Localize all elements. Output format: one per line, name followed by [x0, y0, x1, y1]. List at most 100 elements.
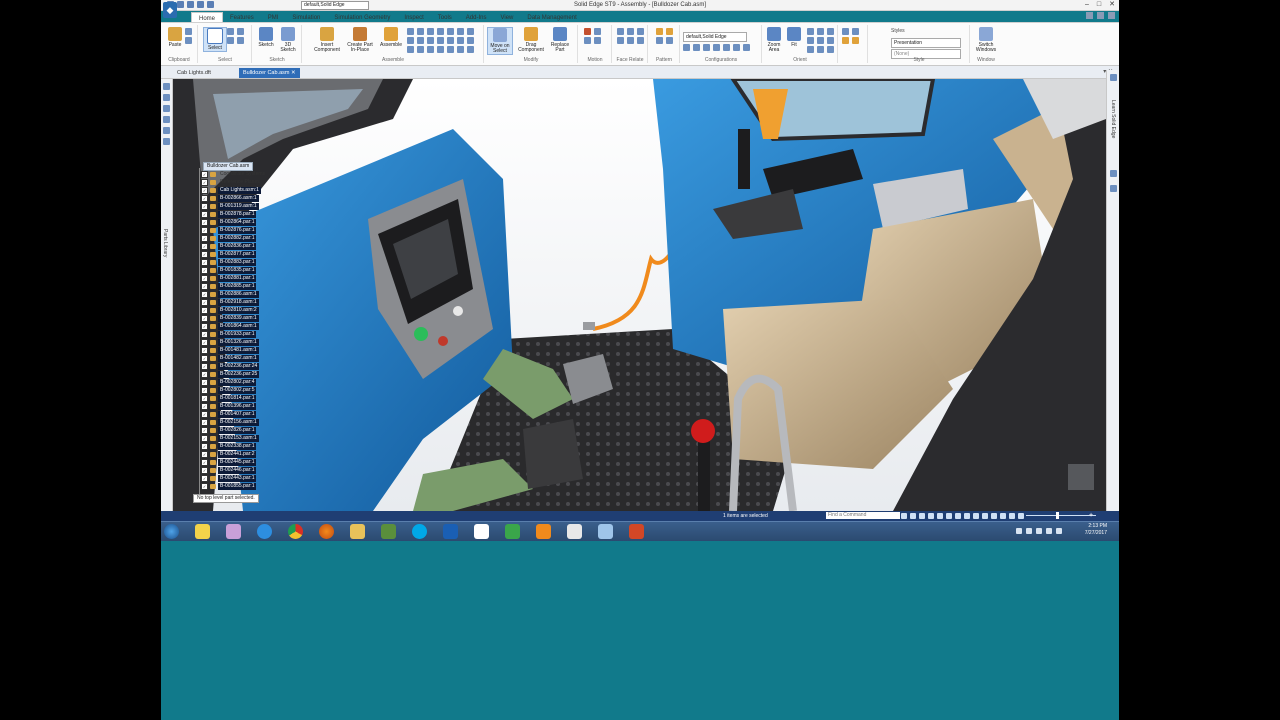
lock-icon[interactable]: [467, 46, 474, 53]
pathfinder-item[interactable]: ✓ B-002446.par:1: [201, 466, 267, 474]
rotate-icon[interactable]: [827, 28, 834, 35]
visibility-checkbox[interactable]: ✓: [201, 298, 208, 306]
face-relate-icon-5[interactable]: [627, 37, 634, 44]
flip-icon[interactable]: [427, 46, 434, 53]
visibility-checkbox[interactable]: ✓: [201, 378, 208, 386]
pathfinder-item[interactable]: ✓ B-002153.asm:1: [201, 434, 267, 442]
paste-button[interactable]: Paste: [164, 27, 186, 48]
help-icon[interactable]: [1086, 12, 1093, 19]
motion-icon[interactable]: [584, 37, 591, 44]
outlook-icon[interactable]: [443, 524, 458, 539]
previous-view-icon[interactable]: [807, 46, 814, 53]
visibility-checkbox[interactable]: ✓: [201, 218, 208, 226]
sb-icon-1[interactable]: [901, 513, 907, 519]
start-orb[interactable]: [164, 524, 179, 539]
zoom-slider-knob[interactable]: [1056, 512, 1059, 519]
insert-component-button[interactable]: Insert Component: [313, 27, 341, 53]
sb-icon-10[interactable]: [982, 513, 988, 519]
visibility-checkbox[interactable]: ✓: [201, 426, 208, 434]
copy-icon[interactable]: [185, 37, 192, 44]
rigid-set-icon[interactable]: [467, 37, 474, 44]
sketch-button[interactable]: Sketch: [255, 27, 277, 48]
replace-part-button[interactable]: Replace Part: [547, 27, 573, 53]
pathfinder-item[interactable]: ✓ B-001407.par:1: [201, 410, 267, 418]
sb-icon-9[interactable]: [973, 513, 979, 519]
relate-icon[interactable]: [407, 28, 414, 35]
sticky-icon[interactable]: [195, 524, 210, 539]
feature-library-tab-icon[interactable]: [163, 138, 170, 145]
pathfinder-item[interactable]: ✓ Reference Planes: [201, 178, 267, 186]
visibility-checkbox[interactable]: ✓: [201, 250, 208, 258]
visibility-checkbox[interactable]: ✓: [201, 458, 208, 466]
layers-tab-icon[interactable]: [163, 94, 170, 101]
network-icon[interactable]: [1036, 528, 1042, 534]
assemble-button[interactable]: Assemble: [379, 27, 403, 48]
visibility-checkbox[interactable]: ✓: [201, 290, 208, 298]
pan-icon[interactable]: [817, 28, 824, 35]
hide-icon[interactable]: [237, 37, 244, 44]
insert-icon[interactable]: [447, 28, 454, 35]
visibility-checkbox[interactable]: ✓: [201, 186, 208, 194]
sb-icon-2[interactable]: [910, 513, 916, 519]
fit-button[interactable]: Fit: [783, 27, 805, 48]
spin-icon[interactable]: [807, 37, 814, 44]
paint-icon[interactable]: [226, 524, 241, 539]
pathfinder-item[interactable]: ✓ B-001835.par:1: [201, 266, 267, 274]
maximize-button[interactable]: □: [1097, 1, 1101, 9]
pathfinder-item[interactable]: ✓ B-002810.asm:2: [201, 306, 267, 314]
pathfinder-item[interactable]: ✓ B-002443.par:1: [201, 474, 267, 482]
sb-icon-14[interactable]: [1018, 513, 1024, 519]
zoom-icon[interactable]: [807, 28, 814, 35]
angle-icon[interactable]: [467, 28, 474, 35]
learn-solid-edge-label[interactable]: Learn Solid Edge: [1110, 100, 1116, 138]
minimize-ribbon-icon[interactable]: [1108, 12, 1115, 19]
visibility-checkbox[interactable]: ✓: [201, 258, 208, 266]
face-relate-icon-4[interactable]: [617, 37, 624, 44]
path-icon[interactable]: [417, 46, 424, 53]
pathfinder-item[interactable]: ✓ B-001855.par:1: [201, 482, 267, 490]
application-button[interactable]: ◆: [163, 2, 177, 18]
configuration-select[interactable]: default,Solid Edge: [683, 32, 747, 42]
pathfinder-item[interactable]: ✓ B-002864.par:1: [201, 218, 267, 226]
pathfinder-item[interactable]: ✓ B-002236.par:24: [201, 362, 267, 370]
doc-tab-cab-lights[interactable]: Cab Lights.dft: [173, 68, 215, 78]
close-button[interactable]: ✕: [1109, 1, 1115, 9]
face-relate-icon-3[interactable]: [637, 28, 644, 35]
align-icon[interactable]: [457, 46, 464, 53]
pathfinder-item[interactable]: ✓ B-002866.asm:1: [201, 194, 267, 202]
mate-icon[interactable]: [417, 28, 424, 35]
view-icon[interactable]: [817, 37, 824, 44]
create-part-in-place-button[interactable]: Create Part In-Place: [345, 27, 375, 53]
graphics-window[interactable]: Bulldozer Cab.asm ✓ Coordinate Systems ✓ Re…: [173, 79, 1106, 511]
pathfinder-item[interactable]: ✓ B-002886.asm:1: [201, 290, 267, 298]
pathfinder-item[interactable]: ✓ B-002445.par:1: [201, 458, 267, 466]
simulate-motor-icon[interactable]: [594, 28, 601, 35]
pathfinder-item[interactable]: ✓ B-001933.par:1: [201, 330, 267, 338]
visibility-checkbox[interactable]: ✓: [201, 482, 208, 490]
zoom-in-icon[interactable]: +: [1089, 511, 1093, 521]
powerpoint-icon[interactable]: [629, 524, 644, 539]
visibility-checkbox[interactable]: ✓: [201, 314, 208, 322]
part-painter-icon[interactable]: [852, 37, 859, 44]
relation-icon[interactable]: [437, 46, 444, 53]
face-relate-icon-1[interactable]: [617, 28, 624, 35]
config-icon-5[interactable]: [723, 44, 730, 51]
pathfinder-item[interactable]: ✓ Cab Lights.asm:1: [201, 186, 267, 194]
pathfinder-item[interactable]: ✓ B-002878.par:1: [201, 210, 267, 218]
axial-align-icon[interactable]: [437, 28, 444, 35]
doc-tab-bulldozer-cab[interactable]: Bulldozer Cab.asm ✕: [239, 68, 300, 78]
select-tools-icon[interactable]: [227, 37, 234, 44]
connect-icon[interactable]: [457, 28, 464, 35]
color-icon[interactable]: [842, 37, 849, 44]
tangent-icon[interactable]: [407, 37, 414, 44]
visibility-checkbox[interactable]: ✓: [201, 274, 208, 282]
pathfinder-item[interactable]: ✓ B-001481.asm:1: [201, 346, 267, 354]
ribbon-options-icon[interactable]: [1097, 12, 1104, 19]
visibility-checkbox[interactable]: ✓: [201, 282, 208, 290]
cut-icon[interactable]: [185, 28, 192, 35]
visibility-checkbox[interactable]: ✓: [201, 234, 208, 242]
minimize-button[interactable]: –: [1085, 1, 1089, 9]
parts-library-tab-icon[interactable]: [163, 127, 170, 134]
visibility-checkbox[interactable]: ✓: [201, 402, 208, 410]
sketch-view-icon[interactable]: [827, 37, 834, 44]
